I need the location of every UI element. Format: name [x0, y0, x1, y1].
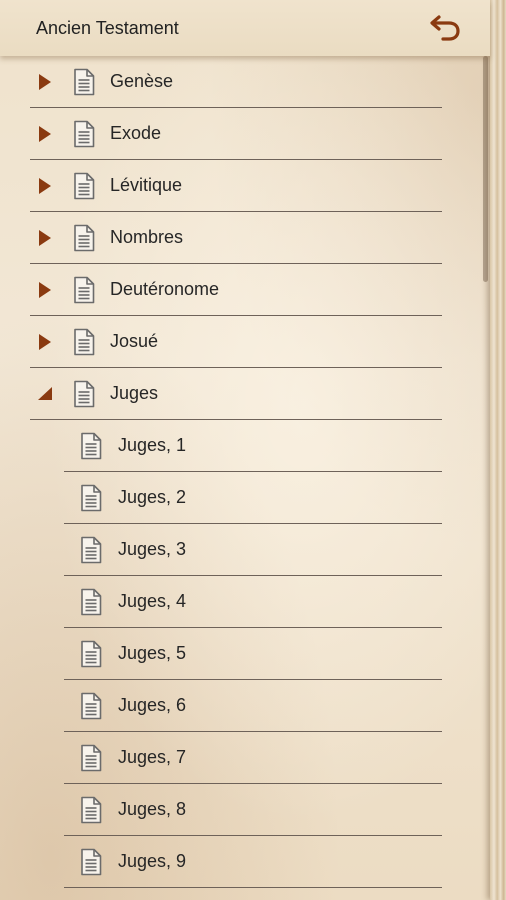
app-screen: Ancien Testament Genèse Exode Lévitique Nom…	[0, 0, 506, 900]
book-tree-list: Genèse Exode Lévitique Nombres Deutéronome Jo…	[0, 56, 490, 888]
chapter-label: Juges, 9	[118, 851, 187, 871]
document-icon	[74, 68, 95, 96]
collapsed-triangle-icon[interactable]	[38, 177, 52, 195]
chapter-row[interactable]: Juges, 5	[0, 628, 490, 680]
book-label: Josué	[110, 331, 159, 351]
document-icon	[74, 120, 95, 148]
chapter-label: Juges, 5	[118, 643, 187, 663]
document-icon	[81, 796, 102, 824]
chapter-row[interactable]: Juges, 4	[0, 576, 490, 628]
chapter-label: Juges, 6	[118, 695, 187, 715]
book-row[interactable]: Juges	[0, 368, 490, 420]
book-row[interactable]: Exode	[0, 108, 490, 160]
book-label: Lévitique	[110, 175, 183, 195]
chapter-row[interactable]: Juges, 2	[0, 472, 490, 524]
chapter-label: Juges, 1	[118, 435, 187, 455]
book-row[interactable]: Genèse	[0, 56, 490, 108]
document-icon	[74, 328, 95, 356]
book-label: Nombres	[110, 227, 184, 247]
document-icon	[81, 484, 102, 512]
document-icon	[74, 380, 95, 408]
collapsed-triangle-icon[interactable]	[38, 333, 52, 351]
document-icon	[81, 432, 102, 460]
document-icon	[81, 848, 102, 876]
book-row[interactable]: Lévitique	[0, 160, 490, 212]
document-icon	[81, 692, 102, 720]
chapter-label: Juges, 8	[118, 799, 187, 819]
document-icon	[74, 224, 95, 252]
document-icon	[74, 276, 95, 304]
collapsed-triangle-icon[interactable]	[38, 281, 52, 299]
book-row[interactable]: Nombres	[0, 212, 490, 264]
row-divider	[64, 886, 442, 888]
book-label: Genèse	[110, 71, 174, 91]
collapsed-triangle-icon[interactable]	[38, 229, 52, 247]
collapsed-triangle-icon[interactable]	[38, 73, 52, 91]
scrollbar[interactable]	[483, 56, 488, 282]
book-label: Juges	[110, 383, 159, 403]
top-app-bar: Ancien Testament	[0, 0, 490, 56]
document-icon	[81, 744, 102, 772]
book-row[interactable]: Josué	[0, 316, 490, 368]
chapter-row[interactable]: Juges, 1	[0, 420, 490, 472]
chapter-label: Juges, 2	[118, 487, 187, 507]
chapter-row[interactable]: Juges, 3	[0, 524, 490, 576]
chapter-row[interactable]: Juges, 6	[0, 680, 490, 732]
expanded-triangle-icon[interactable]	[38, 385, 52, 403]
page-edge-decoration	[490, 0, 506, 900]
page-title: Ancien Testament	[36, 18, 179, 38]
document-icon	[81, 588, 102, 616]
document-icon	[81, 536, 102, 564]
chapter-label: Juges, 7	[118, 747, 187, 767]
collapsed-triangle-icon[interactable]	[38, 125, 52, 143]
undo-arrow-icon	[430, 15, 460, 41]
chapter-row[interactable]: Juges, 9	[0, 836, 490, 888]
document-icon	[74, 172, 95, 200]
chapter-row[interactable]: Juges, 8	[0, 784, 490, 836]
chapter-label: Juges, 4	[118, 591, 187, 611]
chapter-row[interactable]: Juges, 7	[0, 732, 490, 784]
book-label: Exode	[110, 123, 162, 143]
back-button[interactable]	[428, 12, 462, 44]
book-label: Deutéronome	[110, 279, 220, 299]
chapter-label: Juges, 3	[118, 539, 187, 559]
book-row[interactable]: Deutéronome	[0, 264, 490, 316]
document-icon	[81, 640, 102, 668]
